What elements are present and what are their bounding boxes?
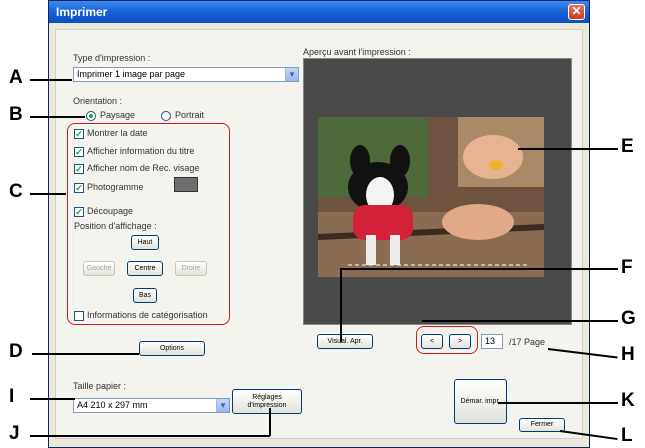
landscape-label[interactable]: Paysage bbox=[100, 110, 135, 120]
preview-photo bbox=[318, 117, 544, 277]
show-face-name-checkbox[interactable]: ✓ bbox=[74, 164, 84, 174]
show-title-label[interactable]: Afficher information du titre bbox=[87, 146, 194, 156]
show-date-checkbox[interactable]: ✓ bbox=[74, 129, 84, 139]
callout-d: D bbox=[9, 341, 23, 362]
callout-g: G bbox=[621, 308, 636, 329]
orientation-label: Orientation : bbox=[73, 96, 123, 106]
callout-f-line bbox=[340, 268, 618, 270]
callout-d-line bbox=[32, 353, 139, 355]
chevron-down-icon[interactable]: ▼ bbox=[285, 68, 298, 81]
page-total-label: /17 Page bbox=[509, 337, 546, 347]
paper-size-label: Taille papier : bbox=[73, 381, 127, 391]
callout-g-line bbox=[422, 320, 618, 322]
close-icon[interactable]: ✕ bbox=[568, 4, 585, 20]
callout-f: F bbox=[621, 257, 633, 278]
chevron-down-icon[interactable]: ▼ bbox=[216, 399, 229, 412]
frame-label[interactable]: Photogramme bbox=[87, 182, 144, 192]
paper-size-value: A4 210 x 297 mm bbox=[77, 400, 148, 410]
callout-e-line bbox=[518, 148, 618, 150]
crop-checkbox[interactable]: ✓ bbox=[74, 207, 84, 217]
print-type-label: Type d'impression : bbox=[73, 53, 151, 63]
options-button[interactable]: Options bbox=[139, 341, 205, 356]
next-page-button[interactable]: > bbox=[449, 334, 471, 349]
portrait-label[interactable]: Portrait bbox=[175, 110, 204, 120]
callout-f-drop bbox=[340, 268, 342, 342]
frame-checkbox[interactable]: ✓ bbox=[74, 183, 84, 193]
title-bar: Imprimer ✕ bbox=[49, 1, 589, 23]
dialog-title: Imprimer bbox=[56, 5, 108, 19]
callout-e: E bbox=[621, 136, 634, 157]
callout-k: K bbox=[621, 390, 635, 411]
print-type-value: Imprimer 1 image par page bbox=[77, 69, 186, 79]
show-date-label[interactable]: Montrer la date bbox=[87, 128, 148, 138]
callout-j-line bbox=[30, 435, 270, 437]
callout-a-line bbox=[30, 79, 72, 81]
position-top-button[interactable]: Haut bbox=[131, 235, 159, 250]
print-preview-area bbox=[303, 58, 572, 325]
callout-h: H bbox=[621, 344, 635, 365]
callout-l: L bbox=[621, 425, 633, 446]
paper-size-select[interactable]: A4 210 x 297 mm ▼ bbox=[73, 398, 230, 413]
show-title-checkbox[interactable]: ✓ bbox=[74, 147, 84, 157]
position-center-button[interactable]: Centre bbox=[127, 261, 163, 276]
crop-label[interactable]: Découpage bbox=[87, 206, 133, 216]
callout-j: J bbox=[9, 423, 20, 444]
callout-i-line bbox=[30, 398, 75, 400]
print-preview-button[interactable]: Visual. Apr. bbox=[317, 334, 373, 349]
print-type-select[interactable]: Imprimer 1 image par page ▼ bbox=[73, 67, 299, 82]
callout-c: C bbox=[9, 181, 23, 202]
callout-k-line bbox=[498, 402, 618, 404]
callout-b: B bbox=[9, 104, 23, 125]
position-left-button[interactable]: Gauche bbox=[83, 261, 115, 276]
callout-i: I bbox=[9, 386, 15, 407]
frame-color-swatch[interactable] bbox=[174, 177, 198, 192]
print-settings-button[interactable]: Réglages d'impression bbox=[232, 389, 302, 414]
print-dialog: Imprimer ✕ Type d'impression : Imprimer … bbox=[48, 0, 590, 448]
callout-b-line bbox=[30, 116, 85, 118]
position-label: Position d'affichage : bbox=[74, 221, 157, 231]
position-right-button[interactable]: Droite bbox=[175, 261, 207, 276]
portrait-radio[interactable] bbox=[161, 111, 171, 121]
preview-label: Aperçu avant l'impression : bbox=[303, 47, 411, 57]
callout-j-rise bbox=[269, 408, 271, 436]
landscape-radio[interactable] bbox=[86, 111, 96, 121]
position-bottom-button[interactable]: Bas bbox=[133, 288, 157, 303]
show-face-name-label[interactable]: Afficher nom de Rec. visage bbox=[87, 163, 199, 173]
callout-c-line bbox=[30, 193, 66, 195]
close-button[interactable]: Fermer bbox=[519, 418, 565, 432]
prev-page-button[interactable]: < bbox=[421, 334, 443, 349]
category-info-checkbox[interactable] bbox=[74, 311, 84, 321]
page-number-input[interactable]: 13 bbox=[481, 334, 503, 349]
callout-a: A bbox=[9, 67, 23, 88]
category-info-label[interactable]: Informations de catégorisation bbox=[87, 310, 208, 320]
